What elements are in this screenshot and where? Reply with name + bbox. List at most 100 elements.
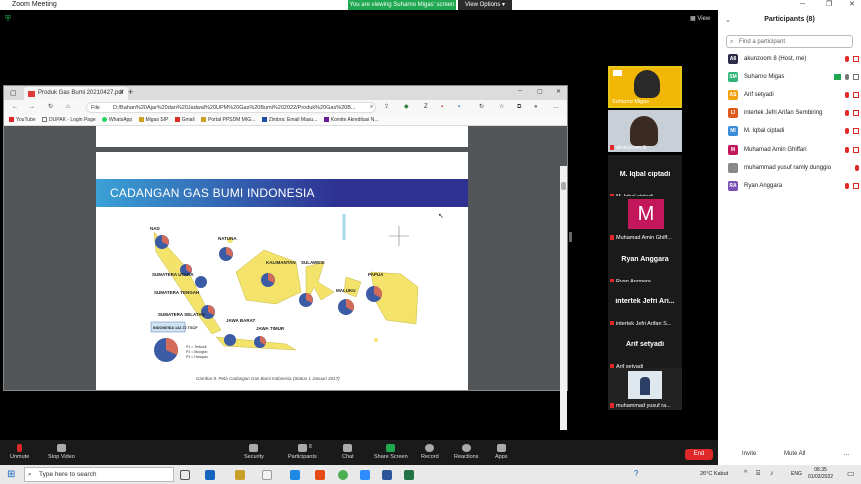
video-off-icon[interactable] (853, 92, 859, 98)
maximize-icon[interactable]: ❐ (826, 0, 832, 10)
participant-row[interactable]: IJ intertek Jefri Arifan Sembiring (726, 106, 859, 120)
muted-mic-icon[interactable] (845, 56, 849, 62)
video-tile[interactable]: akunzoom 8 (608, 110, 682, 152)
zoom-icon[interactable]: ⌕ (370, 100, 373, 115)
taskbar-search-input[interactable]: ⌕ Type here to search (24, 467, 174, 482)
video-tile[interactable]: M Muhamad Amin Ghiff... (608, 196, 682, 242)
participant-row[interactable]: MI M. Iqbal ciptadi (726, 124, 859, 138)
view-options-button[interactable]: View Options ▾ (458, 0, 512, 10)
address-bar[interactable]: File D:/Bahan%20Ajar%20dan%20Jadwal%20UP… (86, 102, 376, 113)
new-tab-icon[interactable]: + (128, 87, 133, 97)
language-indicator[interactable]: ENG (791, 471, 802, 477)
extension-icon[interactable]: ◆ (404, 100, 409, 115)
weather-widget[interactable]: 26°C Kabut (700, 471, 728, 477)
office-icon[interactable] (315, 470, 325, 480)
video-tile[interactable]: Suharno Migas (608, 66, 682, 108)
video-off-icon[interactable] (853, 183, 859, 189)
video-off-icon[interactable] (853, 110, 859, 116)
participant-search-input[interactable]: ⌕ Find a participant (726, 35, 853, 48)
home-icon[interactable]: ⌂ (66, 100, 70, 115)
app-icon[interactable] (290, 470, 300, 480)
bookmark-portal[interactable]: Portal PPSDM MIG... (201, 117, 255, 123)
close-icon[interactable]: ✕ (556, 88, 561, 95)
unmute-button[interactable]: Unmute (10, 444, 29, 460)
participant-row[interactable]: AS Arif setyadi (726, 88, 859, 102)
reactions-button[interactable]: Reactions (454, 444, 478, 460)
task-view-icon[interactable] (180, 470, 190, 480)
bookmark-dupak[interactable]: DUPAK - Login Page (42, 117, 96, 123)
invite-button[interactable]: Invite (742, 451, 756, 457)
muted-mic-icon[interactable] (855, 165, 859, 171)
folder-icon[interactable] (235, 470, 245, 480)
muted-mic-icon[interactable] (845, 183, 849, 189)
share-screen-button[interactable]: Share Screen (374, 444, 408, 460)
more-icon[interactable]: … (553, 100, 559, 115)
video-tile[interactable]: Ryan Anggara Ryan Anggara (608, 240, 682, 286)
app-icon[interactable] (262, 470, 272, 480)
chat-button[interactable]: Chat (342, 444, 354, 460)
bookmark-zimbra[interactable]: Zimbra: Email Masu... (261, 117, 317, 123)
favorites-icon[interactable]: ☆ (499, 100, 504, 115)
record-button[interactable]: Record (421, 444, 439, 460)
tab-close-icon[interactable]: ✕ (119, 87, 124, 100)
app-icon[interactable] (205, 470, 215, 480)
volume-icon[interactable]: ♪ (770, 470, 774, 477)
refresh-icon[interactable]: ↻ (48, 100, 53, 115)
zoom-app-icon[interactable] (360, 470, 370, 480)
scroll-thumb[interactable] (561, 182, 566, 190)
word-icon[interactable] (382, 470, 392, 480)
network-icon[interactable]: ⌸ (756, 470, 760, 478)
bookmark-migas-sip[interactable]: Migas SIP (138, 117, 168, 123)
video-tile[interactable]: M. Iqbal ciptadi M. Iqbal ciptadi (608, 155, 682, 201)
view-button[interactable]: ▦ View (690, 15, 710, 22)
collections-icon[interactable]: ⧉ (517, 100, 521, 115)
forward-icon[interactable]: → (29, 100, 35, 115)
split-handle[interactable] (569, 232, 572, 242)
participants-button[interactable]: Participants (288, 444, 317, 460)
stop-video-button[interactable]: Stop Video (48, 444, 75, 460)
help-icon[interactable]: ? (634, 469, 638, 478)
muted-mic-icon[interactable] (845, 128, 849, 134)
tab-actions-icon[interactable]: ▢ (10, 89, 17, 97)
participant-row[interactable]: A8 akunzoom 8 (Host, me) (726, 52, 859, 66)
extension-icon[interactable]: Z (424, 100, 428, 115)
excel-icon[interactable] (404, 470, 414, 480)
video-tile[interactable]: intertek Jefri Ari... intertek Jefri Ari… (608, 282, 682, 328)
windows-start-icon[interactable]: ⊞ (7, 469, 15, 480)
bookmark-whatsapp[interactable]: WhatsApp (102, 117, 132, 123)
close-icon[interactable]: ✕ (849, 0, 855, 10)
pdf-scrollbar[interactable] (560, 166, 567, 430)
taskbar-clock[interactable]: 08.35 01/03/2022 (808, 467, 833, 481)
video-tile[interactable]: muhammad yusuf ra... (608, 368, 682, 410)
minimize-icon[interactable]: ─ (518, 88, 522, 94)
extension-icon[interactable]: ▪ (458, 100, 460, 115)
bookmark-gmail[interactable]: Gmail (174, 117, 195, 123)
browser-tab[interactable]: Produk Gas Bumi 20210427.pdf ✕ (24, 87, 128, 100)
video-off-icon[interactable] (853, 147, 859, 153)
tray-chevron-icon[interactable]: ^ (744, 470, 747, 477)
share-icon[interactable]: ⇪ (384, 100, 389, 115)
back-icon[interactable]: ← (12, 100, 18, 115)
end-button[interactable]: End (685, 449, 713, 460)
participant-row[interactable]: M Muhamad Amin Ghiffari (726, 143, 859, 157)
muted-mic-icon[interactable] (845, 92, 849, 98)
minimize-icon[interactable]: ─ (800, 0, 805, 10)
bookmark-komite[interactable]: Komite Akreditasi N... (323, 117, 379, 123)
video-off-icon[interactable] (853, 128, 859, 134)
muted-mic-icon[interactable] (845, 147, 849, 153)
chrome-icon[interactable] (338, 470, 348, 480)
participant-row[interactable]: SM Suharno Migas (726, 70, 859, 84)
more-icon[interactable]: … (843, 450, 850, 457)
participant-row[interactable]: RA Ryan Anggara (726, 179, 859, 193)
apps-button[interactable]: Apps (495, 444, 508, 460)
extension-icon[interactable]: ▪ (441, 100, 443, 115)
bookmark-youtube[interactable]: YouTube (9, 117, 36, 123)
notification-icon[interactable]: ▭ (847, 469, 855, 478)
mute-all-button[interactable]: Mute All (784, 451, 805, 457)
security-button[interactable]: Security (244, 444, 264, 460)
mic-icon[interactable] (845, 74, 849, 80)
sync-icon[interactable]: ↻ (479, 100, 484, 115)
video-off-icon[interactable] (853, 56, 859, 62)
maximize-icon[interactable]: ▢ (537, 88, 543, 95)
profile-icon[interactable]: ● (534, 100, 538, 115)
